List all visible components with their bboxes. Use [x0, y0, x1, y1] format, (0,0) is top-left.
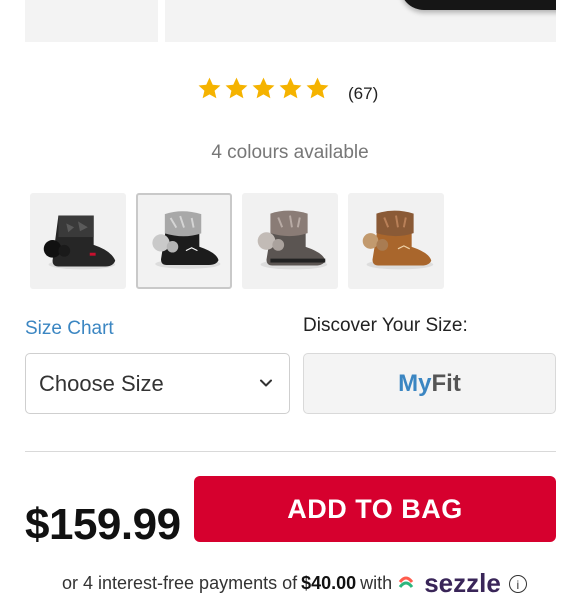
product-main-image [165, 0, 556, 42]
star-icon [252, 77, 275, 99]
star-icon [198, 77, 221, 99]
discover-size-label: Discover Your Size: [303, 315, 468, 336]
star-rating [197, 76, 330, 101]
choose-size-label: Choose Size [39, 371, 164, 396]
star-icon [225, 77, 248, 99]
swatch-black[interactable] [30, 193, 126, 289]
sezzle-logo[interactable]: sezzle [424, 568, 501, 599]
review-count-link[interactable]: (67) [348, 84, 378, 104]
info-icon[interactable]: i [508, 574, 527, 593]
myfit-button[interactable]: My Fit [303, 353, 556, 414]
choose-size-dropdown[interactable]: Choose Size [25, 353, 290, 414]
gallery-thumbnail[interactable] [25, 0, 158, 42]
star-icon [306, 77, 329, 99]
chevron-down-icon [260, 379, 272, 387]
star-icon [279, 77, 302, 99]
installments-amount: $40.00 [301, 573, 357, 593]
myfit-logo-my: My [398, 369, 432, 397]
installments-prefix: or 4 interest-free payments of [62, 573, 298, 593]
swatch-tan[interactable] [348, 193, 444, 289]
boot-image [257, 210, 328, 270]
colours-available-text: 4 colours available [211, 142, 369, 163]
myfit-logo-fit: Fit [431, 369, 461, 397]
swatch-grey[interactable] [242, 193, 338, 289]
product-price: $159.99 [25, 500, 181, 549]
boot-image [362, 210, 434, 270]
swatch-black-grey-fur[interactable] [136, 193, 232, 289]
add-to-bag-button[interactable]: ADD TO BAG [194, 476, 556, 542]
boot-image [152, 211, 221, 269]
size-chart-link[interactable]: Size Chart [25, 318, 114, 340]
installments-suffix: with [360, 573, 393, 593]
installments-info: or 4 interest-free payments of $40.00 wi… [62, 568, 527, 599]
divider [25, 451, 556, 452]
boot-sole-image [400, 0, 556, 10]
sezzle-icon [398, 576, 414, 588]
boot-image [43, 215, 116, 270]
